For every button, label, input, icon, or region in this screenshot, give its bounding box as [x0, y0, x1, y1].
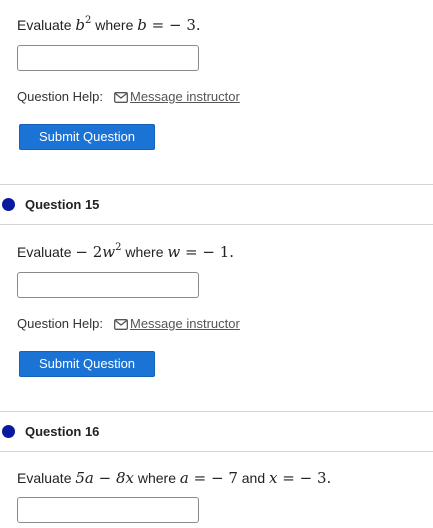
- where-word: where: [137, 470, 176, 486]
- question-help-label: Question Help:: [17, 89, 103, 104]
- question-15-prompt: Evaluate − 2w2 where w = − 1.: [17, 242, 234, 262]
- where-word: where: [125, 244, 164, 260]
- question-15-header: Question 15: [0, 197, 99, 212]
- status-dot-icon: [2, 198, 15, 211]
- submit-question-button-q15[interactable]: Submit Question: [19, 351, 155, 377]
- math-expression: − 2w2: [75, 242, 122, 262]
- math-expression: b2: [75, 15, 92, 35]
- question-16-prompt: Evaluate 5a − 8x where a = − 7 and x = −…: [17, 468, 331, 488]
- question-help-q15: Question Help: Message instructor: [17, 315, 240, 333]
- math-expression: 5a − 8x: [75, 469, 134, 487]
- message-instructor-link-q15[interactable]: Message instructor: [114, 315, 240, 333]
- question-help-label: Question Help:: [17, 316, 103, 331]
- question-title: Question 15: [25, 197, 100, 212]
- section-divider: [0, 184, 433, 185]
- message-instructor-label: Message instructor: [130, 89, 240, 104]
- question-16-header: Question 16: [0, 424, 99, 439]
- mail-envelope-icon: [114, 91, 128, 103]
- mail-envelope-icon: [114, 318, 128, 330]
- math-condition: w = − 1.: [167, 243, 235, 261]
- answer-input-q14[interactable]: [17, 45, 199, 71]
- question-title: Question 16: [25, 424, 100, 439]
- math-condition-x: x = − 3.: [269, 469, 332, 487]
- section-divider: [0, 224, 433, 225]
- question-help-q14: Question Help: Message instructor: [17, 88, 240, 106]
- section-divider: [0, 451, 433, 452]
- answer-input-q16[interactable]: [17, 497, 199, 523]
- message-instructor-link-q14[interactable]: Message instructor: [114, 88, 240, 106]
- and-word: and: [241, 470, 266, 486]
- message-instructor-label: Message instructor: [130, 316, 240, 331]
- prompt-word: Evaluate: [17, 17, 72, 33]
- where-word: where: [95, 17, 134, 33]
- status-dot-icon: [2, 425, 15, 438]
- prompt-word: Evaluate: [17, 244, 72, 260]
- section-divider: [0, 411, 433, 412]
- math-condition-a: a = − 7: [179, 469, 238, 487]
- question-14-prompt: Evaluate b2 where b = − 3.: [17, 15, 201, 35]
- submit-question-button-q14[interactable]: Submit Question: [19, 124, 155, 150]
- prompt-word: Evaluate: [17, 470, 72, 486]
- answer-input-q15[interactable]: [17, 272, 199, 298]
- math-condition: b = − 3.: [137, 16, 201, 34]
